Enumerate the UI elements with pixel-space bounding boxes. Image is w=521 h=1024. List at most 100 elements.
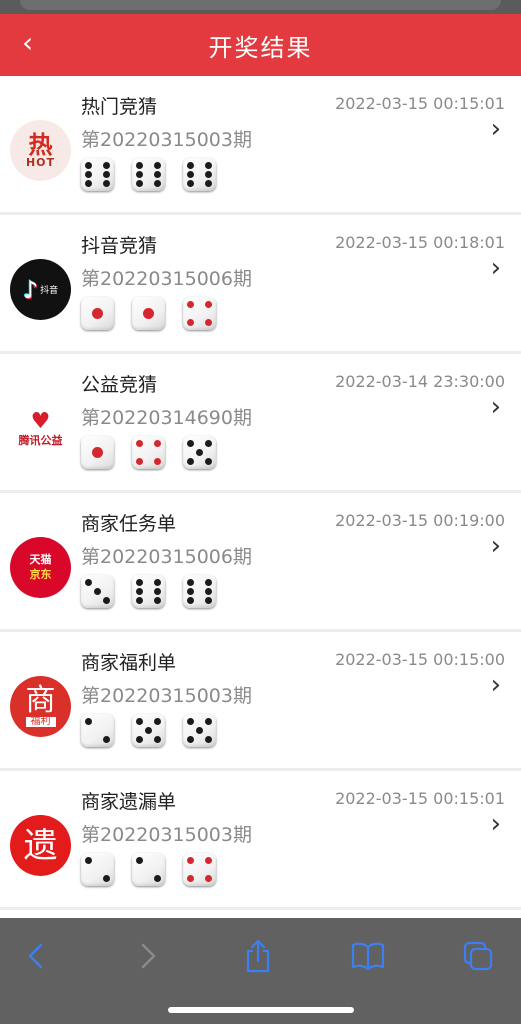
die-pip [187,718,195,726]
issue-number: 第20220314690期 [81,407,252,429]
browser-toolbar [0,918,521,1024]
die-face-4 [183,853,216,886]
logo-text: 抖音 [40,286,59,296]
result-row[interactable]: 商福利 商家福利单 第20220315003期 2022-03-15 00:15:00… [0,632,521,768]
chevron-right-icon[interactable]: › [491,114,501,144]
die-pip [196,727,203,734]
die-pip [136,579,144,587]
die-pip [204,440,212,448]
die-pip [136,588,144,595]
shop-missed-logo: 遗 [10,815,71,876]
logo-text: 京东 [29,567,52,581]
die-pip [204,857,212,865]
result-row[interactable]: ♪ 抖音 抖音竞猜 第20220315006期 2022-03-15 00:18:01 › [0,215,521,351]
die-pip [204,874,212,882]
address-bar-remnant [20,0,501,10]
bookmarks-icon[interactable] [348,936,388,976]
draw-time: 2022-03-15 00:15:01 [335,789,505,808]
chevron-right-icon[interactable]: › [491,253,501,283]
die-pip [94,588,101,595]
die-pip [204,162,212,170]
die-face-5 [183,436,216,469]
die-pip [85,179,93,187]
issue-number: 第20220315003期 [81,129,252,151]
hot-flame-logo: 热 HOT [10,120,71,181]
die-pip [204,588,212,595]
die-pip [102,596,110,604]
die-pip [204,735,212,743]
forward-icon[interactable] [128,936,168,976]
chevron-right-icon[interactable]: › [491,392,501,422]
die-pip [136,718,144,726]
logo-char: 热 [28,131,53,159]
die-pip [153,162,161,170]
chevron-right-icon[interactable]: › [491,670,501,700]
die-pip [136,735,144,743]
die-pip [204,171,212,178]
die-pip [85,718,93,726]
result-row[interactable]: 遗 商家遗漏单 第20220315003期 2022-03-15 00:15:01 › [0,771,521,907]
issue-number: 第20220315006期 [81,268,252,290]
die-pip [187,301,195,309]
die-pip [204,579,212,587]
die-pip [145,727,152,734]
die-face-2 [132,853,165,886]
tencent-charity-logo: ♥ 腾讯公益 [10,398,71,459]
die-pip [187,162,195,170]
die-pip [204,457,212,465]
die-pip [187,857,195,865]
logo-text: 遗 [23,825,58,866]
die-pip [153,457,161,465]
back-icon[interactable] [16,936,56,976]
result-row[interactable]: ♥ 腾讯公益 公益竞猜 第20220314690期 2022-03-14 23:30:0… [0,354,521,490]
result-row[interactable]: 天猫 京东 商家任务单 第20220315006期 2022-03-15 00:19:0… [0,493,521,629]
logo-text: 福利 [25,717,56,727]
die-face-6 [132,575,165,608]
logo-text: HOT [25,156,56,169]
results-list: 热 HOT 热门竞猜第20220315003期 2022-03-15 00:15:01… [0,76,521,926]
status-bar [0,0,521,14]
game-name: 抖音竞猜 [81,235,158,257]
dice-result [81,297,216,330]
die-pip [136,440,144,448]
die-pip [153,579,161,587]
die-pip [187,579,195,587]
dice-result [81,436,216,469]
draw-time: 2022-03-15 00:15:00 [335,650,505,669]
game-name: 商家遗漏单 [81,791,177,813]
result-row[interactable]: 热 HOT 热门竞猜第20220315003期 2022-03-15 00:15:01… [0,76,521,212]
dice-result [81,714,216,747]
die-pip [136,596,144,604]
dice-result [81,575,216,608]
chevron-right-icon[interactable]: › [491,809,501,839]
tabs-icon[interactable] [458,936,498,976]
die-face-4 [132,436,165,469]
die-pip [153,596,161,604]
die-pip [85,579,93,587]
die-pip [102,171,110,178]
dice-result [81,158,216,191]
page-title: 开奖结果 [208,33,313,62]
share-icon[interactable] [238,936,278,976]
die-pip [187,440,195,448]
chevron-right-icon[interactable]: › [491,531,501,561]
die-face-1 [81,297,114,330]
die-pip [85,162,93,170]
back-chevron-icon[interactable]: ‹ [22,28,33,58]
die-pip [196,449,203,456]
draw-time: 2022-03-15 00:19:00 [335,511,505,530]
die-pip [92,308,103,319]
die-pip [204,718,212,726]
die-pip [153,718,161,726]
draw-time: 2022-03-15 00:15:01 [335,94,505,113]
home-indicator [168,1007,354,1013]
die-face-2 [81,714,114,747]
shop-tasks-logo: 天猫 京东 [10,537,71,598]
die-pip [153,179,161,187]
die-pip [85,171,93,178]
game-name: 热门竞猜 [81,96,158,118]
die-face-4 [183,297,216,330]
game-name: 商家任务单 [81,513,177,535]
die-pip [187,874,195,882]
die-pip [136,857,144,865]
